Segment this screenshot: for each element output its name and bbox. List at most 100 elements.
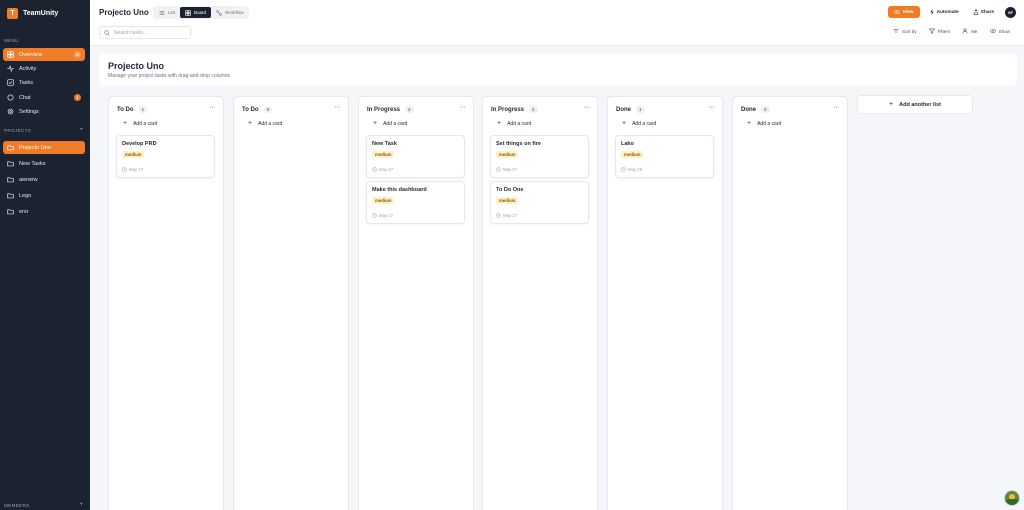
more-icon[interactable]: ··· <box>460 104 466 111</box>
add-card-button[interactable]: + Add a card <box>622 120 656 127</box>
column-header: To Do 0 ··· <box>242 104 341 114</box>
sort-button[interactable]: Sort by <box>893 28 917 34</box>
add-project-button[interactable]: + <box>79 127 83 133</box>
column-title: In Progress <box>367 106 401 113</box>
more-icon[interactable]: ··· <box>335 104 341 111</box>
more-icon[interactable]: ··· <box>210 104 216 111</box>
search-box <box>99 26 191 39</box>
show-button[interactable]: Show <box>989 28 1010 34</box>
sidebar-item-label: Settings <box>19 108 39 115</box>
me-button[interactable]: Me <box>962 28 978 34</box>
card-title: Develop PRD <box>122 141 157 147</box>
view-button-label: View <box>902 9 914 15</box>
plus-icon: + <box>889 101 894 108</box>
add-card-label: Add a card <box>258 120 283 127</box>
column-header: Done 0 ··· <box>741 104 840 114</box>
gear-icon <box>7 108 14 115</box>
topbar: Projecto Uno List Board Workflow View Au… <box>90 0 1024 46</box>
grid-icon <box>7 51 14 58</box>
card-date: May 27 <box>372 167 393 172</box>
sidebar-item-label: Tasks <box>19 79 34 86</box>
tab-label: List <box>168 10 176 15</box>
card-date-text: May 25 <box>628 167 643 172</box>
filters-button-label: Filters <box>937 28 951 34</box>
task-card[interactable]: Lako medium May 25 <box>615 135 714 178</box>
tab-list[interactable]: List <box>154 7 180 18</box>
card-date: May 25 <box>621 167 642 172</box>
sidebar-project-projecto-uno[interactable]: Projecto Uno <box>3 141 85 154</box>
sidebar-item-label: Overview <box>19 51 42 58</box>
assistant-avatar[interactable] <box>1004 490 1020 506</box>
card-date-text: May 27 <box>129 167 144 172</box>
card-date: May 27 <box>496 213 517 218</box>
board-icon <box>185 9 191 16</box>
priority-tag: medium <box>496 151 519 158</box>
filter-icon <box>928 28 935 34</box>
task-card[interactable]: Make this dashboard medium May 27 <box>366 181 465 224</box>
add-card-button[interactable]: + Add a card <box>123 120 157 127</box>
task-card[interactable]: Develop PRD medium May 27 <box>116 135 215 178</box>
more-icon[interactable]: ··· <box>834 104 840 111</box>
sidebar-item-label: Chat <box>19 94 31 101</box>
folder-icon <box>7 192 14 199</box>
add-member-button[interactable]: + <box>79 502 83 508</box>
sidebar-item-overview[interactable]: Overview 8 <box>3 48 85 61</box>
members-section-label: MEMBERS <box>4 503 30 508</box>
add-card-button[interactable]: + Add a card <box>373 120 407 127</box>
column-header: In Progress 2 ··· <box>491 104 590 114</box>
view-button[interactable]: View <box>887 6 920 18</box>
brand[interactable]: T TeamUnity <box>7 8 58 19</box>
share-button-label: Share <box>980 9 994 15</box>
sidebar-item-settings[interactable]: Settings <box>3 105 85 118</box>
add-card-button[interactable]: + Add a card <box>248 120 282 127</box>
folder-icon <box>7 160 14 167</box>
sidebar-item-tasks[interactable]: Tasks <box>3 76 85 89</box>
plus-icon: + <box>497 120 502 127</box>
filters-button[interactable]: Filters <box>928 28 951 34</box>
clock-icon <box>372 167 377 172</box>
sidebar: T TeamUnity MENU Overview 8 Activity Tas… <box>0 0 90 510</box>
add-card-button[interactable]: + Add a card <box>747 120 781 127</box>
task-card[interactable]: New Task medium May 27 <box>366 135 465 178</box>
sort-icon <box>893 29 899 33</box>
checkbox-icon <box>7 79 14 86</box>
sidebar-project-lego[interactable]: Lego <box>3 189 85 202</box>
board-column: Done 0 ··· + Add a card <box>732 96 848 510</box>
plus-icon: + <box>123 120 128 127</box>
add-list-button[interactable]: + Add another list <box>857 95 973 114</box>
overview-badge: 8 <box>74 51 81 58</box>
sidebar-project-awrwrw[interactable]: awrwrw <box>3 173 85 186</box>
clock-icon <box>496 167 501 172</box>
user-avatar[interactable]: SF <box>1005 6 1016 18</box>
add-card-button[interactable]: + Add a card <box>497 120 531 127</box>
user-icon <box>962 28 968 34</box>
task-card[interactable]: To Do One medium May 27 <box>490 181 589 224</box>
workflow-icon <box>216 9 222 16</box>
card-title: Lako <box>621 141 634 147</box>
column-count: 0 <box>761 106 770 113</box>
sidebar-item-activity[interactable]: Activity <box>3 62 85 75</box>
more-icon[interactable]: ··· <box>709 104 715 111</box>
task-card[interactable]: Set things on fire medium May 27 <box>490 135 589 178</box>
search-input[interactable] <box>114 29 189 36</box>
card-date-text: May 27 <box>379 213 394 218</box>
automate-button[interactable]: Automate <box>924 6 964 18</box>
sidebar-item-label: Lego <box>19 192 32 199</box>
sidebar-project-ersr[interactable]: ersr <box>3 205 85 218</box>
tab-workflow[interactable]: Workflow <box>211 7 248 18</box>
card-title: New Task <box>372 141 397 147</box>
clock-icon <box>372 213 377 218</box>
tab-board[interactable]: Board <box>180 7 212 18</box>
board-subtitle: Manage your project tasks with drag-and-… <box>108 73 231 79</box>
board-title: Projecto Uno <box>108 61 165 71</box>
eye-icon <box>893 10 900 14</box>
share-button[interactable]: Share <box>968 6 999 18</box>
add-card-label: Add a card <box>383 120 408 127</box>
sidebar-item-label: New Tasks <box>19 160 46 167</box>
brand-name: TeamUnity <box>23 10 59 17</box>
more-icon[interactable]: ··· <box>584 104 590 111</box>
board-column: In Progress 2 ··· + Add a card Set things… <box>482 96 598 510</box>
sidebar-item-chat[interactable]: Chat 1 <box>3 91 85 104</box>
sidebar-project-new-tasks[interactable]: New Tasks <box>3 157 85 170</box>
column-title: In Progress <box>491 106 525 113</box>
